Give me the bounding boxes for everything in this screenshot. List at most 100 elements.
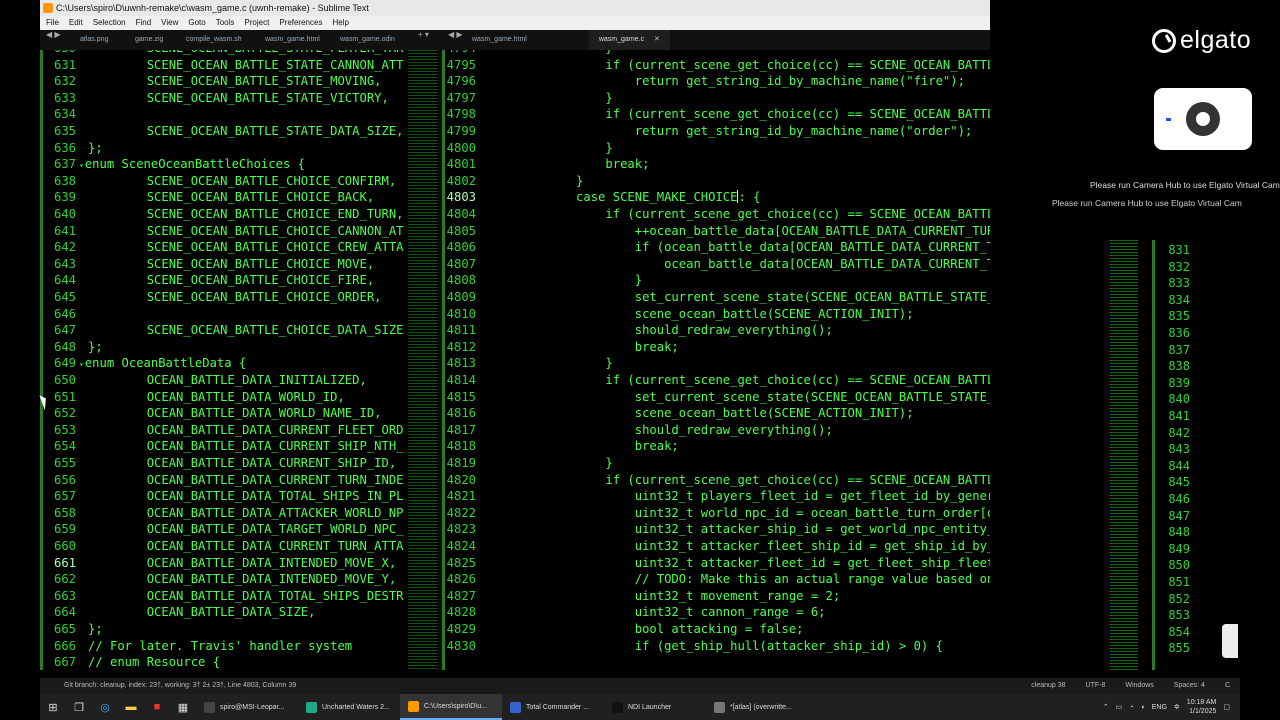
tab-right-wasm_game-html[interactable]: wasm_game.html [462,30,537,50]
line-number: 4797 [446,90,476,105]
status-item[interactable]: UTF-8 [1076,678,1116,694]
new-tab-plus-icon[interactable]: + ▾ [418,30,429,39]
code-line-right: 4811 should_redraw_everything(); [446,322,833,339]
line-number: 4806 [446,240,476,255]
start-icon[interactable]: ⊞ [40,694,66,720]
fold-arrow-icon[interactable]: ▾ [79,360,84,369]
taskbar-app-label: Uncharted Waters 2... [322,703,390,711]
taskbar-app[interactable]: Uncharted Waters 2... [298,694,400,720]
window-title: C:\Users\spiro\D\uwnh-remake\c\wasm_game… [56,3,369,13]
line-number: 663 [53,588,76,603]
language-indicator[interactable]: ENG [1152,704,1167,711]
taskbar-app-label: Total Commander ... [526,703,590,711]
menu-item-help[interactable]: Help [332,16,348,30]
line-number: 631 [53,57,76,72]
code-line-left: 663 OCEAN_BATTLE_DATA_TOTAL_SHIPS_DESTR [40,588,404,605]
code-text: SCENE_OCEAN_BATTLE_STATE_VICTORY, [88,90,389,105]
line-number: 4804 [446,207,476,221]
network-icon[interactable]: ▭ [1116,703,1123,711]
line-number: 640 [53,207,76,221]
line-number: 639 [53,190,76,205]
line-number: 648 [53,339,76,354]
taskbar-app-label: C:\Users\spiro\D\u... [424,702,488,710]
taskbar-app[interactable]: NDI Launcher [604,694,706,720]
code-line-left: 630 SCENE_OCEAN_BATTLE_STATE_PLAYER_TAK [40,50,404,57]
editor-pane-right-continued[interactable]: 831 832 833 834 835 836 837 838 839 840 841 842 843 8… [990,240,1240,670]
line-number: 634 [53,107,76,122]
tab-right-wasm_game-c[interactable]: wasm_game.c ✕ [588,30,670,50]
fold-arrow-icon[interactable]: ▾ [79,161,84,170]
wifi-icon[interactable]: ◔ [1129,704,1133,711]
taskbar-app[interactable]: spiro@MSI-Leopar... [196,694,298,720]
tab-nav-arrows-right[interactable]: ◀ ▶ [448,30,463,39]
editor-pane-right[interactable]: 4794 }4795 if (current_scene_get_choice(… [446,50,990,670]
line-number: 4821 [446,489,476,504]
line-number: 660 [53,539,76,553]
status-item[interactable]: cleanup 38 [1021,678,1075,694]
tab-wasm_game-odin[interactable]: wasm_game.odin [330,30,405,50]
line-number: 638 [53,173,76,188]
pdf-icon[interactable]: ■ [144,694,170,720]
line-number: 658 [53,505,76,520]
calculator-icon[interactable]: ▦ [170,694,196,720]
line-number: 4826 [446,572,476,587]
file-explorer-icon[interactable]: ▬ [118,694,144,720]
tab-wasm_game-html[interactable]: wasm_game.html [255,30,330,50]
line-number: 666 [53,638,76,653]
settings-gear-icon[interactable]: ✲ [1174,703,1180,711]
side-widget[interactable] [1222,624,1238,658]
code-text: SCENE_OCEAN_BATTLE_CHOICE_CREW_ATTA [88,240,404,255]
line-number: 659 [53,522,76,537]
menu-item-selection[interactable]: Selection [93,16,126,30]
tab-game-zig[interactable]: game.zig [125,30,173,50]
menu-item-edit[interactable]: Edit [69,16,83,30]
menu-item-goto[interactable]: Goto [188,16,205,30]
status-item[interactable]: Windows [1115,678,1163,694]
tab-compile_wasm-sh[interactable]: compile_wasm.sh [176,30,252,50]
minimap-left[interactable] [408,50,438,670]
menu-item-preferences[interactable]: Preferences [279,16,322,30]
menu-item-tools[interactable]: Tools [216,16,235,30]
code-line-left: 631 SCENE_OCEAN_BATTLE_STATE_CANNON_ATT [40,57,404,74]
code-text: enum SceneOceanBattleChoices { [84,157,305,172]
code-line-right: 4823 uint32_t attacker_ship_id = get_wor… [446,521,990,538]
edge-icon[interactable]: ◎ [92,694,118,720]
line-number: 657 [53,489,76,504]
code-text: SCENE_OCEAN_BATTLE_CHOICE_CANNON_AT [88,223,404,238]
minimap-right-continued[interactable] [1110,240,1138,670]
taskbar-app[interactable]: *[atlas] (overwritte... [706,694,808,720]
code-text: OCEAN_BATTLE_DATA_INTENDED_MOVE_Y, [88,572,397,587]
menu-item-file[interactable]: File [46,16,59,30]
clock[interactable]: 10:18 AM 1/1/2025 [1187,698,1217,716]
code-line-right: 4809 set_current_scene_state(SCENE_OCEAN… [446,289,990,306]
taskbar-app-label: spiro@MSI-Leopar... [220,703,285,711]
code-line-left: 665}; [40,621,103,638]
taskbar-app[interactable]: Total Commander ... [502,694,604,720]
taskbar-app[interactable]: C:\Users\spiro\D\u... [400,694,502,720]
tab-atlas-png[interactable]: atlas.png [70,30,118,50]
notification-icon[interactable]: ▢ [1223,703,1230,711]
code-line-left: 650 OCEAN_BATTLE_DATA_INITIALIZED, [40,372,367,389]
menu-item-view[interactable]: View [161,16,178,30]
code-text: scene_ocean_battle(SCENE_ACTION_INIT); [488,406,914,421]
code-line-right: 4806 if (ocean_battle_data[OCEAN_BATTLE_… [446,239,990,256]
volume-icon[interactable]: ◖ [1141,704,1145,711]
status-item[interactable]: C [1215,678,1240,694]
status-item[interactable]: Spaces: 4 [1164,678,1215,694]
code-text: // For later. Travis' handler system [88,638,353,653]
tab-nav-arrows-left[interactable]: ◀ ▶ [46,30,61,39]
editor-pane-left[interactable]: 630 SCENE_OCEAN_BATTLE_STATE_PLAYER_TAK6… [40,50,438,670]
tab-close-icon[interactable]: ✕ [654,36,660,43]
code-line-left: 659 OCEAN_BATTLE_DATA_TARGET_WORLD_NPC_ [40,521,404,538]
tray-chevron-icon[interactable]: ⌃ [1103,703,1109,711]
line-number: 833 [1168,276,1190,291]
app-icon [510,701,521,713]
menu-item-project[interactable]: Project [244,16,269,30]
line-number: 656 [53,472,76,487]
pane-divider-line [442,50,445,670]
task-view-icon[interactable]: ❐ [66,694,92,720]
line-number: 642 [53,240,76,255]
menu-item-find[interactable]: Find [136,16,152,30]
line-number: 4802 [446,173,476,188]
code-text: }; [88,140,103,155]
